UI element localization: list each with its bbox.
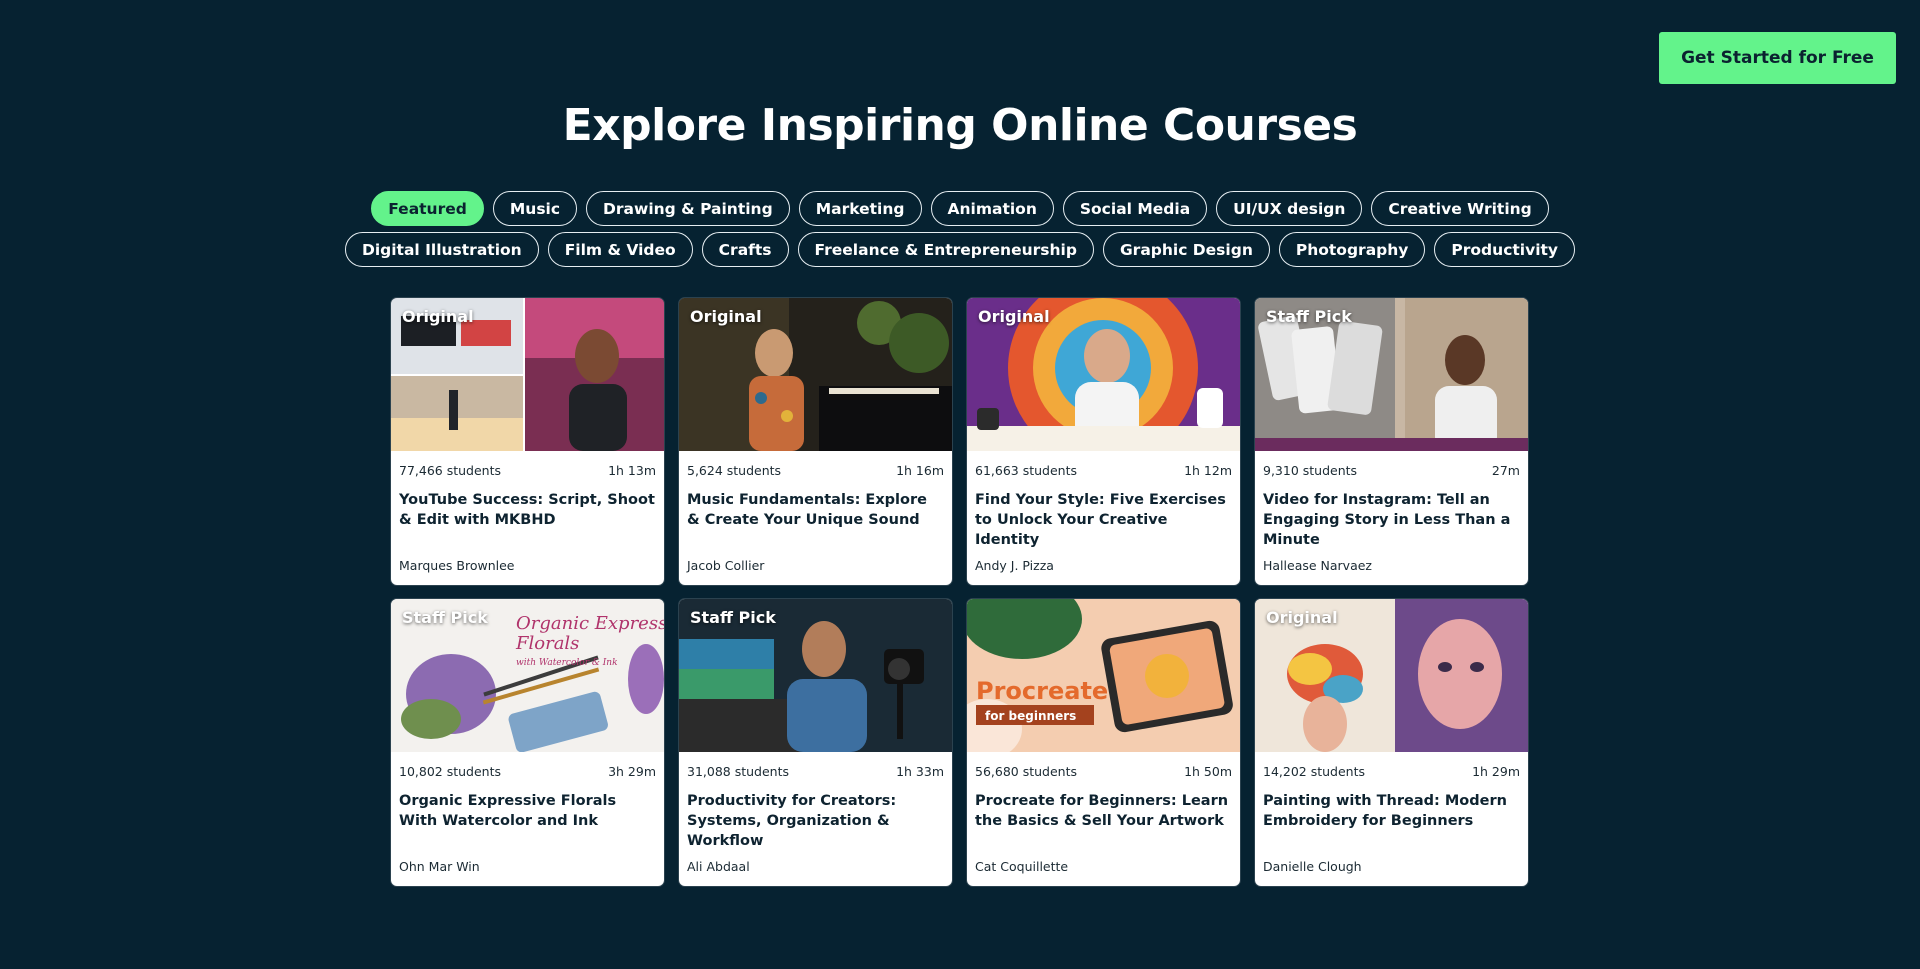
category-tabs-row-2: Digital Illustration Film & Video Crafts… <box>0 232 1920 267</box>
tab-ui-ux-design[interactable]: UI/UX design <box>1216 191 1363 226</box>
course-title[interactable]: Music Fundamentals: Explore & Create You… <box>679 490 952 550</box>
course-card[interactable]: Original 5,624 students 1h 16m Music Fund… <box>679 298 952 585</box>
course-badge: Original <box>690 307 762 326</box>
course-thumbnail: Staff Pick <box>1255 298 1528 451</box>
tab-drawing-painting[interactable]: Drawing & Painting <box>586 191 790 226</box>
course-badge: Staff Pick <box>1266 307 1352 326</box>
tab-animation[interactable]: Animation <box>930 191 1054 226</box>
course-title[interactable]: YouTube Success: Script, Shoot & Edit wi… <box>391 490 664 550</box>
course-thumbnail: Procreate for beginners <box>967 599 1240 752</box>
course-title[interactable]: Organic Expressive Florals With Watercol… <box>391 791 664 851</box>
student-count: 61,663 students <box>975 463 1078 478</box>
course-badge: Original <box>1266 608 1338 627</box>
tab-creative-writing[interactable]: Creative Writing <box>1371 191 1549 226</box>
course-badge: Original <box>978 307 1050 326</box>
course-card[interactable]: Procreate for beginners 56,680 students 1… <box>967 599 1240 886</box>
tab-music[interactable]: Music <box>492 191 578 226</box>
category-tabs-row-1: Featured Music Drawing & Painting Market… <box>0 191 1920 226</box>
course-thumbnail: Original <box>391 298 664 451</box>
procreate-illustration: Procreate for beginners <box>967 599 1240 752</box>
course-author[interactable]: Hallease Narvaez <box>1263 558 1372 573</box>
course-author[interactable]: Ohn Mar Win <box>399 859 480 874</box>
course-card[interactable]: Original 14,202 students 1h 29m Painting … <box>1255 599 1528 886</box>
tab-featured[interactable]: Featured <box>371 191 484 226</box>
tab-photography[interactable]: Photography <box>1278 232 1426 267</box>
student-count: 31,088 students <box>687 764 790 779</box>
course-duration: 1h 13m <box>608 463 656 478</box>
course-duration: 1h 16m <box>896 463 944 478</box>
thumbnail-text: Florals <box>515 633 579 654</box>
tab-digital-illustration[interactable]: Digital Illustration <box>344 232 539 267</box>
course-duration: 1h 50m <box>1184 764 1232 779</box>
page-title: Explore Inspiring Online Courses <box>562 100 1358 151</box>
course-duration: 1h 33m <box>896 764 944 779</box>
tab-film-video[interactable]: Film & Video <box>547 232 693 267</box>
tab-crafts[interactable]: Crafts <box>701 232 789 267</box>
student-count: 9,310 students <box>1263 463 1358 478</box>
thumbnail-text: for beginners <box>985 709 1076 723</box>
course-card[interactable]: Staff Pick 31,088 students 1h 33m Product… <box>679 599 952 886</box>
tab-productivity[interactable]: Productivity <box>1434 232 1576 267</box>
student-count: 10,802 students <box>399 764 502 779</box>
get-started-button[interactable]: Get Started for Free <box>1659 32 1896 84</box>
course-card[interactable]: Original 61,663 students 1h 12m Find Your… <box>967 298 1240 585</box>
tab-social-media[interactable]: Social Media <box>1062 191 1208 226</box>
student-count: 14,202 students <box>1263 764 1366 779</box>
course-title[interactable]: Video for Instagram: Tell an Engaging St… <box>1255 490 1528 550</box>
tab-freelance-entrepreneurship[interactable]: Freelance & Entrepreneurship <box>797 232 1094 267</box>
course-badge: Original <box>402 307 474 326</box>
course-title[interactable]: Procreate for Beginners: Learn the Basic… <box>967 791 1240 851</box>
thumbnail-text: Organic Expressive <box>516 613 664 634</box>
course-title[interactable]: Painting with Thread: Modern Embroidery … <box>1255 791 1528 851</box>
thumbnail-text: with Watercolor & Ink <box>516 658 618 668</box>
course-badge: Staff Pick <box>402 608 488 627</box>
course-card[interactable]: Original 77,466 students 1h 13m YouTube S… <box>391 298 664 585</box>
student-count: 5,624 students <box>687 463 782 478</box>
course-thumbnail: Organic Expressive Florals with Watercol… <box>391 599 664 752</box>
course-author[interactable]: Cat Coquillette <box>975 859 1068 874</box>
course-author[interactable]: Andy J. Pizza <box>975 558 1054 573</box>
tab-marketing[interactable]: Marketing <box>798 191 922 226</box>
course-grid: Original 77,466 students 1h 13m YouTube S… <box>391 298 1528 886</box>
student-count: 56,680 students <box>975 764 1078 779</box>
course-author[interactable]: Jacob Collier <box>687 558 764 573</box>
course-thumbnail: Original <box>1255 599 1528 752</box>
course-author[interactable]: Danielle Clough <box>1263 859 1362 874</box>
course-badge: Staff Pick <box>690 608 776 627</box>
course-card[interactable]: Organic Expressive Florals with Watercol… <box>391 599 664 886</box>
course-title[interactable]: Productivity for Creators: Systems, Orga… <box>679 791 952 851</box>
course-author[interactable]: Marques Brownlee <box>399 558 515 573</box>
course-duration: 1h 12m <box>1184 463 1232 478</box>
course-thumbnail: Staff Pick <box>679 599 952 752</box>
course-duration: 1h 29m <box>1472 764 1520 779</box>
course-thumbnail: Original <box>679 298 952 451</box>
course-duration: 3h 29m <box>608 764 656 779</box>
course-duration: 27m <box>1491 463 1520 478</box>
course-card[interactable]: Staff Pick 9,310 students 27m Video for I… <box>1255 298 1528 585</box>
course-thumbnail: Original <box>967 298 1240 451</box>
student-count: 77,466 students <box>399 463 502 478</box>
course-title[interactable]: Find Your Style: Five Exercises to Unloc… <box>967 490 1240 550</box>
thumbnail-text: Procreate <box>976 677 1108 705</box>
tab-graphic-design[interactable]: Graphic Design <box>1102 232 1270 267</box>
course-author[interactable]: Ali Abdaal <box>687 859 750 874</box>
